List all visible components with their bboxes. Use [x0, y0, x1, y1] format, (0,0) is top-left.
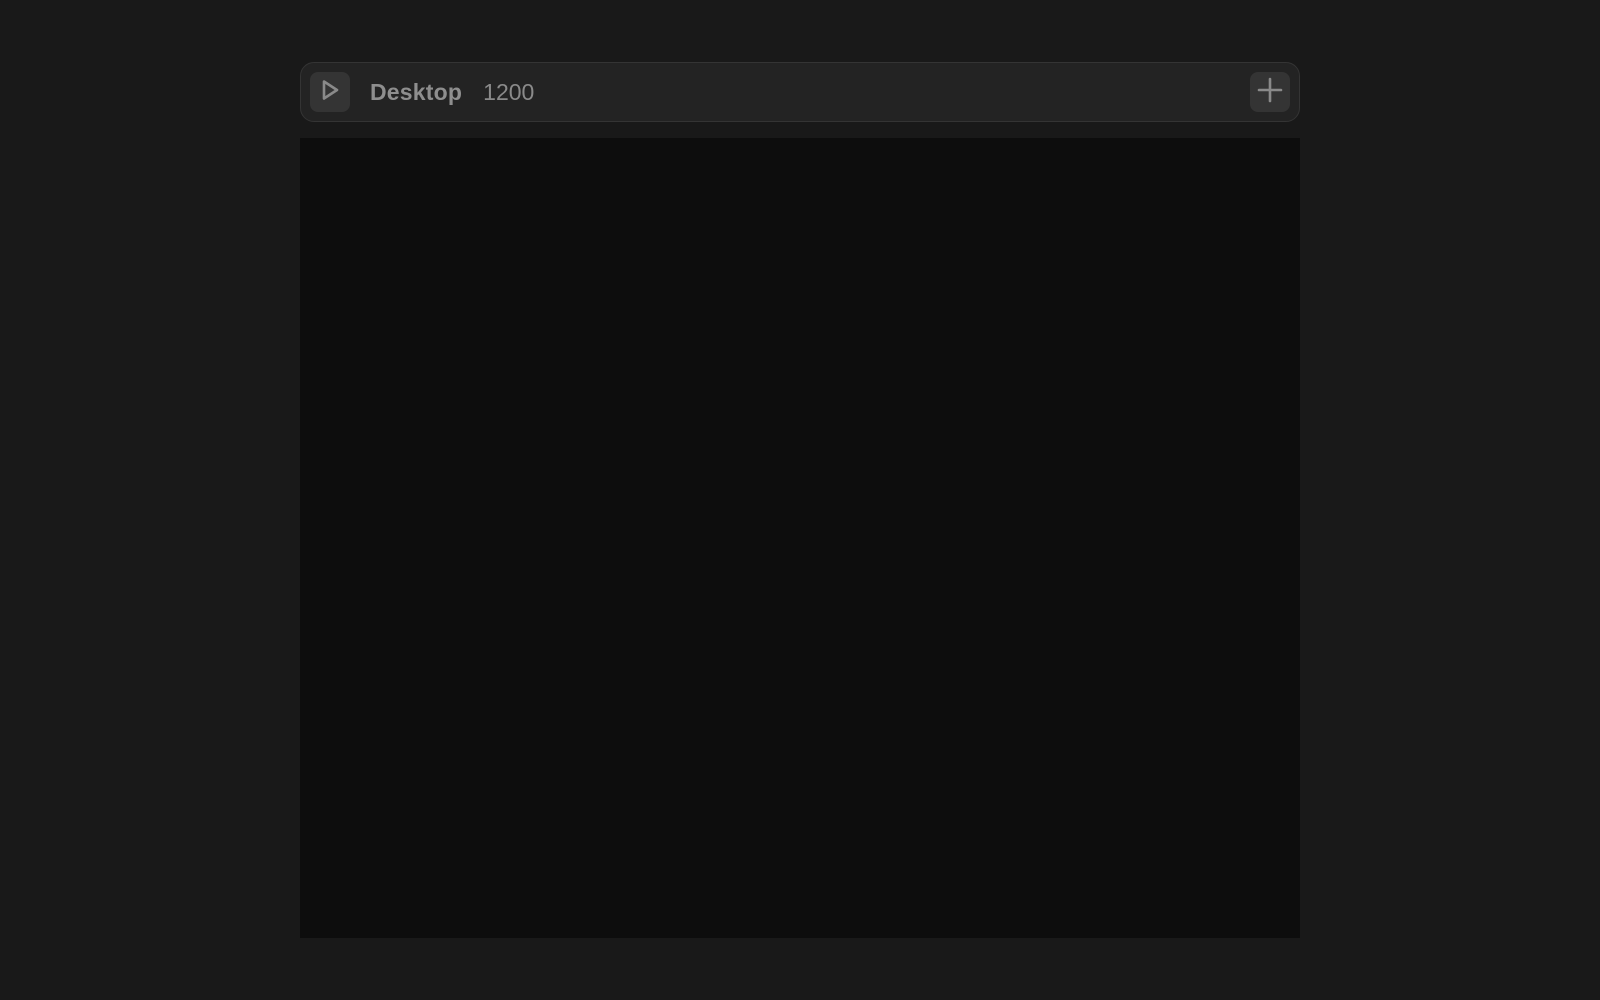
breakpoint-toolbar: Desktop 1200: [300, 62, 1300, 122]
design-canvas[interactable]: [300, 138, 1300, 938]
breakpoint-width[interactable]: 1200: [483, 79, 534, 106]
preview-button[interactable]: [310, 72, 350, 112]
play-icon: [319, 78, 341, 107]
plus-icon: [1257, 77, 1283, 108]
add-breakpoint-button[interactable]: [1250, 72, 1290, 112]
breakpoint-name[interactable]: Desktop: [370, 79, 462, 106]
